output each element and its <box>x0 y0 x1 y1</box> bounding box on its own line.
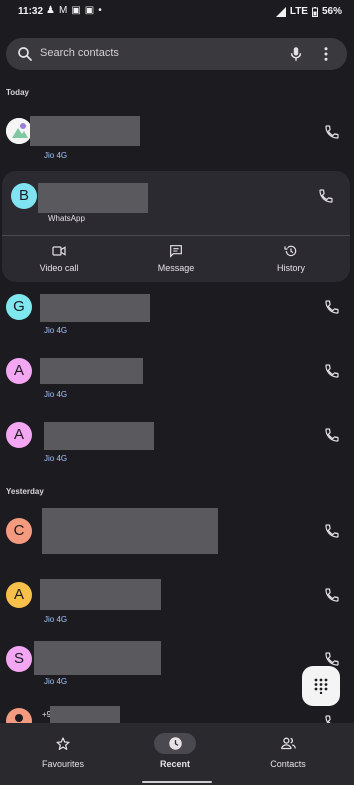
status-time: 11:32 <box>18 6 44 17</box>
phone-icon[interactable] <box>324 124 340 140</box>
gmail-icon: M <box>58 5 68 16</box>
avatar <box>6 708 32 723</box>
history-icon <box>284 245 297 257</box>
message-button[interactable]: Message <box>136 243 216 273</box>
nav-favourites[interactable]: Favourites <box>8 733 118 769</box>
phone-icon[interactable] <box>324 363 340 379</box>
list-item[interactable]: +9 <box>0 696 354 723</box>
search-input[interactable]: Search contacts <box>40 47 119 59</box>
dialpad-button[interactable] <box>302 666 340 706</box>
call-subtitle: Jio 4G <box>44 151 68 160</box>
video-call-label: Video call <box>39 263 79 273</box>
avatar: C <box>6 518 32 544</box>
call-subtitle: WhatsApp <box>48 214 85 223</box>
list-item[interactable]: Jio 4G <box>0 104 354 160</box>
search-icon <box>18 47 32 61</box>
battery-percent: 56% <box>321 6 342 17</box>
history-label: History <box>276 263 305 273</box>
list-item[interactable]: C <box>0 505 354 561</box>
phone-icon[interactable] <box>324 523 340 539</box>
avatar: G <box>6 294 32 320</box>
section-header-today: Today <box>6 88 29 97</box>
call-subtitle: Jio 4G <box>44 454 68 463</box>
phone-icon[interactable] <box>324 714 340 723</box>
phone-icon[interactable] <box>324 587 340 603</box>
call-subtitle: Jio 4G <box>44 677 68 686</box>
call-subtitle: Jio 4G <box>44 326 68 335</box>
chat-notification-icon: ▣ <box>71 5 81 16</box>
redacted-name <box>40 579 161 610</box>
list-item[interactable]: G Jio 4G <box>0 282 354 338</box>
nav-pill <box>154 733 196 754</box>
call-subtitle: Jio 4G <box>44 390 68 399</box>
avatar: A <box>6 582 32 608</box>
history-button[interactable]: History <box>251 243 331 273</box>
redacted-name <box>38 183 148 213</box>
list-item[interactable]: A Jio 4G <box>0 569 354 625</box>
more-options-icon[interactable] <box>317 45 335 63</box>
nav-pill <box>42 733 84 754</box>
section-header-yesterday: Yesterday <box>6 487 44 496</box>
video-call-button[interactable]: Video call <box>19 243 99 273</box>
nav-recent[interactable]: Recent <box>120 733 230 769</box>
avatar: A <box>6 358 32 384</box>
person-avatar-icon <box>15 714 23 722</box>
signal-icon <box>275 6 286 17</box>
clock-icon <box>168 737 182 750</box>
avatar <box>6 118 32 144</box>
star-icon <box>56 736 70 750</box>
people-icon <box>280 737 296 750</box>
phone-icon[interactable] <box>324 651 340 667</box>
redacted-name <box>50 706 120 723</box>
nav-pill <box>267 733 309 754</box>
message-label: Message <box>157 263 195 273</box>
redacted-name <box>42 508 218 554</box>
divider <box>2 235 350 236</box>
battery-icon <box>311 6 318 17</box>
redacted-name <box>44 422 154 450</box>
list-item[interactable]: A Jio 4G <box>0 410 354 466</box>
list-item[interactable]: A Jio 4G <box>0 346 354 402</box>
redacted-name <box>40 294 150 322</box>
dialpad-icon <box>314 678 328 694</box>
nav-label: Favourites <box>41 759 85 769</box>
message-icon <box>170 245 182 258</box>
phone-icon[interactable] <box>324 427 340 443</box>
expanded-contact-card[interactable]: B WhatsApp Video call Message History <box>2 171 350 282</box>
redacted-name <box>30 116 140 146</box>
phone-icon[interactable] <box>318 188 334 204</box>
status-bar: 11:32 ♟ M ▣ ▣ • LTE 56% <box>0 0 354 24</box>
network-type: LTE <box>289 6 308 17</box>
bottom-navigation: Favourites Recent Contacts <box>0 723 354 785</box>
nav-label: Contacts <box>270 759 306 769</box>
search-bar[interactable]: Search contacts <box>6 38 347 70</box>
phone-icon[interactable] <box>324 299 340 315</box>
mic-icon[interactable] <box>287 45 305 63</box>
person-notification-icon: ♟ <box>46 5 55 16</box>
notification-icons: ♟ M ▣ ▣ • <box>46 5 102 17</box>
avatar: S <box>6 646 32 672</box>
dot-icon: • <box>98 5 102 16</box>
redacted-name <box>40 358 143 384</box>
app-notification-icon: ▣ <box>84 5 95 16</box>
avatar: A <box>6 422 32 448</box>
nav-contacts[interactable]: Contacts <box>233 733 343 769</box>
nav-label: Recent <box>159 759 190 769</box>
avatar: B <box>11 183 37 209</box>
video-call-icon <box>52 246 66 256</box>
list-item[interactable]: S Jio 4G <box>0 632 354 688</box>
status-right: LTE 56% <box>275 6 342 17</box>
photo-avatar-icon <box>6 118 32 144</box>
redacted-name <box>34 641 161 675</box>
call-subtitle: Jio 4G <box>44 615 68 624</box>
home-indicator <box>142 781 212 783</box>
